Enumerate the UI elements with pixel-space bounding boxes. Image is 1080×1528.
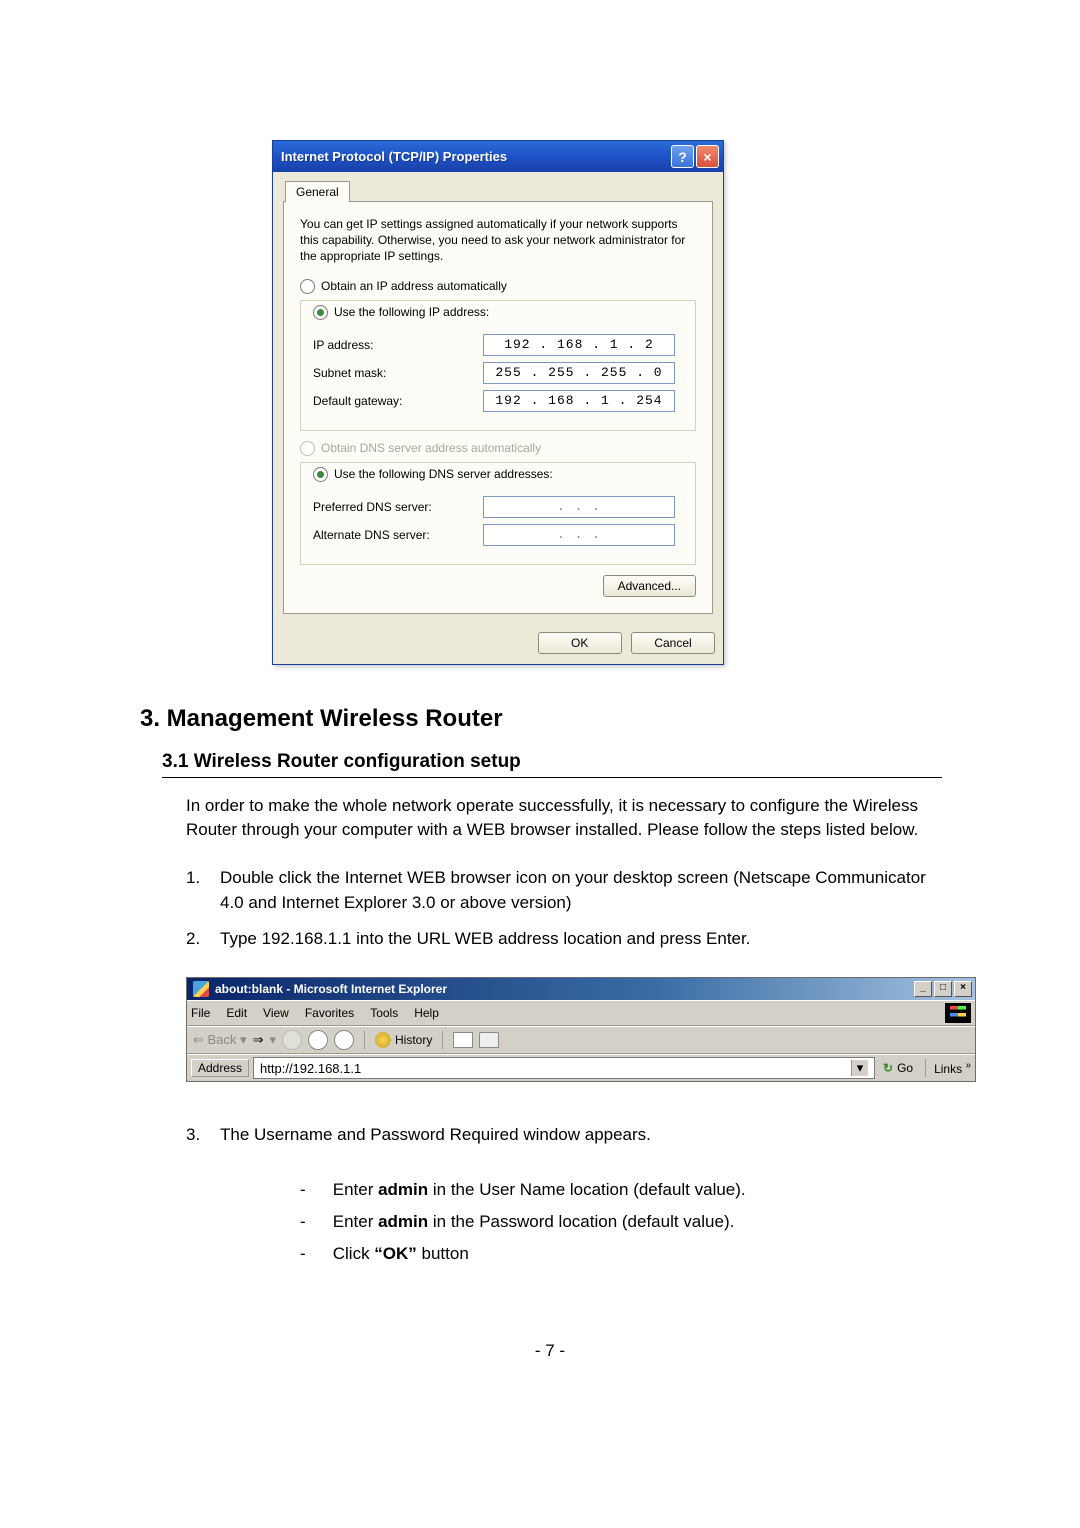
forward-button[interactable]: ⇒ <box>253 1032 264 1048</box>
ip-address-label: IP address: <box>313 338 483 352</box>
sublist-item: Enter admin in the Password location (de… <box>300 1206 960 1238</box>
dialog-title: Internet Protocol (TCP/IP) Properties <box>281 149 669 164</box>
menu-favorites[interactable]: Favorites <box>305 1006 354 1020</box>
intro-paragraph: In order to make the whole network opera… <box>186 794 946 843</box>
dialog-description: You can get IP settings assigned automat… <box>300 216 696 265</box>
ip-address-field[interactable]: 192 . 168 . 1 . 2 <box>483 334 675 356</box>
menu-help[interactable]: Help <box>414 1006 439 1020</box>
ie-addressbar: Address http://192.168.1.1 ▾ ↻Go Links » <box>187 1054 975 1081</box>
radio-obtain-ip[interactable] <box>300 279 315 294</box>
general-tab-panel: You can get IP settings assigned automat… <box>283 201 713 614</box>
list-item: 2. Type 192.168.1.1 into the URL WEB add… <box>186 926 946 952</box>
ie-toolbar: ⇐ Back ▾ ⇒ ▾ History <box>187 1026 975 1054</box>
address-label: Address <box>191 1059 249 1077</box>
minimize-icon[interactable]: _ <box>914 981 932 997</box>
go-button[interactable]: ↻Go <box>883 1061 913 1075</box>
menu-edit[interactable]: Edit <box>226 1006 247 1020</box>
radio-use-dns[interactable] <box>313 467 328 482</box>
alternate-dns-label: Alternate DNS server: <box>313 528 483 542</box>
help-icon[interactable]: ? <box>671 145 694 168</box>
advanced-button[interactable]: Advanced... <box>603 575 696 597</box>
preferred-dns-field[interactable]: . . . <box>483 496 675 518</box>
radio-obtain-dns-label: Obtain DNS server address automatically <box>321 441 541 455</box>
list-text: Type 192.168.1.1 into the URL WEB addres… <box>220 926 750 952</box>
toolbar-separator <box>364 1031 365 1049</box>
list-number: 2. <box>186 926 220 952</box>
windows-logo-icon <box>945 1003 971 1023</box>
default-gateway-label: Default gateway: <box>313 394 483 408</box>
forward-dropdown-icon[interactable]: ▾ <box>269 1032 276 1048</box>
go-arrow-icon: ↻ <box>883 1061 893 1075</box>
print-icon[interactable] <box>479 1032 499 1048</box>
list-item: 1. Double click the Internet WEB browser… <box>186 865 946 916</box>
ie-browser-window: about:blank - Microsoft Internet Explore… <box>186 977 976 1082</box>
list-item: 3. The Username and Password Required wi… <box>186 1122 946 1148</box>
sublist-item: Click “OK” button <box>300 1238 960 1270</box>
maximize-icon[interactable]: □ <box>934 981 952 997</box>
links-button[interactable]: Links » <box>934 1060 971 1076</box>
default-gateway-field[interactable]: 192 . 168 . 1 . 254 <box>483 390 675 412</box>
radio-use-ip-label: Use the following IP address: <box>334 305 489 319</box>
ie-logo-icon <box>193 981 209 997</box>
back-button: ⇐ Back ▾ <box>193 1032 247 1048</box>
sublist-item: Enter admin in the User Name location (d… <box>300 1174 960 1206</box>
radio-use-dns-label: Use the following DNS server addresses: <box>334 467 553 481</box>
menu-tools[interactable]: Tools <box>370 1006 398 1020</box>
list-text: The Username and Password Required windo… <box>220 1122 651 1148</box>
address-dropdown-icon[interactable]: ▾ <box>851 1060 868 1076</box>
cancel-button[interactable]: Cancel <box>631 632 715 654</box>
radio-use-ip[interactable] <box>313 305 328 320</box>
ie-title-text: about:blank - Microsoft Internet Explore… <box>215 982 912 996</box>
list-number: 3. <box>186 1122 220 1148</box>
stop-icon[interactable] <box>282 1030 302 1050</box>
mail-icon[interactable] <box>453 1032 473 1048</box>
close-icon[interactable]: × <box>696 145 719 168</box>
page-number: - 7 - <box>140 1341 960 1361</box>
address-url: http://192.168.1.1 <box>260 1061 361 1076</box>
tcpip-properties-dialog: Internet Protocol (TCP/IP) Properties ? … <box>272 140 724 665</box>
ok-button[interactable]: OK <box>538 632 622 654</box>
subsection-heading: 3.1 Wireless Router configuration setup <box>162 751 942 778</box>
section-heading: 3. Management Wireless Router <box>140 705 960 733</box>
history-icon <box>375 1032 391 1048</box>
list-number: 1. <box>186 865 220 916</box>
list-text: Double click the Internet WEB browser ic… <box>220 865 946 916</box>
history-button[interactable]: History <box>375 1032 432 1048</box>
tab-general[interactable]: General <box>285 181 350 202</box>
dialog-titlebar: Internet Protocol (TCP/IP) Properties ? … <box>273 141 723 172</box>
radio-obtain-dns <box>300 441 315 456</box>
toolbar-separator <box>442 1031 443 1049</box>
preferred-dns-label: Preferred DNS server: <box>313 500 483 514</box>
ie-titlebar: about:blank - Microsoft Internet Explore… <box>187 978 975 1000</box>
home-icon[interactable] <box>334 1030 354 1050</box>
menu-view[interactable]: View <box>263 1006 289 1020</box>
menu-file[interactable]: File <box>191 1006 210 1020</box>
alternate-dns-field[interactable]: . . . <box>483 524 675 546</box>
refresh-icon[interactable] <box>308 1030 328 1050</box>
radio-obtain-ip-label: Obtain an IP address automatically <box>321 279 507 293</box>
window-close-icon[interactable]: × <box>954 981 972 997</box>
subnet-mask-field[interactable]: 255 . 255 . 255 . 0 <box>483 362 675 384</box>
address-field[interactable]: http://192.168.1.1 ▾ <box>253 1057 875 1079</box>
toolbar-separator <box>925 1059 926 1077</box>
subnet-mask-label: Subnet mask: <box>313 366 483 380</box>
ie-menubar: File Edit View Favorites Tools Help <box>187 1000 975 1026</box>
